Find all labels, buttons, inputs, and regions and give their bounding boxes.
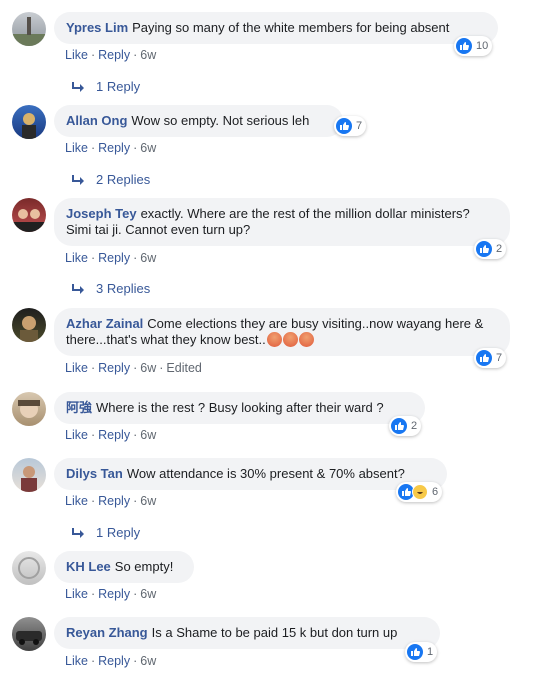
avatar[interactable] [12, 105, 46, 139]
comment-author[interactable]: Joseph Tey [66, 206, 137, 221]
comment-author[interactable]: Dilys Tan [66, 466, 123, 481]
reply-arrow-icon [72, 283, 84, 294]
avatar[interactable] [12, 617, 46, 651]
comment-text: Paying so many of the white members for … [132, 20, 450, 35]
like-button[interactable]: Like [65, 587, 88, 601]
timestamp[interactable]: 6w [140, 48, 156, 62]
like-button[interactable]: Like [65, 428, 88, 442]
timestamp[interactable]: 6w [140, 141, 156, 155]
comment-actions: Like · Reply · 6w · Edited [65, 361, 202, 375]
comment-bubble: Azhar Zainal Come elections they are busy… [54, 308, 510, 356]
comment-text: Wow so empty. Not serious leh [131, 113, 310, 128]
comment-bubble: Ypres Lim Paying so many of the white mem… [54, 12, 498, 44]
comment-text: So empty! [114, 559, 174, 574]
comment-author[interactable]: Allan Ong [66, 113, 127, 128]
avatar[interactable] [12, 551, 46, 585]
comment-bubble: KH Lee So empty! [54, 551, 194, 583]
like-button[interactable]: Like [65, 494, 88, 508]
comment-bubble: Dilys Tan Wow attendance is 30% present &… [54, 458, 447, 490]
view-replies-link[interactable]: 2 Replies [72, 172, 150, 187]
angry-emoji-icon [282, 332, 298, 347]
comment-author[interactable]: KH Lee [66, 559, 111, 574]
avatar[interactable] [12, 308, 46, 342]
view-replies-link[interactable]: 1 Reply [72, 79, 140, 94]
comment-bubble: 阿強 Where is the rest ? Busy looking after… [54, 392, 425, 424]
like-reaction-icon [407, 644, 423, 660]
avatar[interactable] [12, 392, 46, 426]
reply-button[interactable]: Reply [98, 587, 130, 601]
comment-actions: Like · Reply · 6w [65, 494, 157, 508]
comment-bubble: Joseph Tey exactly. Where are the rest of… [54, 198, 510, 246]
reaction-count[interactable]: 1 [405, 642, 438, 662]
comment-text: Wow attendance is 30% present & 70% abse… [126, 466, 405, 481]
view-replies-link[interactable]: 3 Replies [72, 281, 150, 296]
view-replies-link[interactable]: 1 Reply [72, 525, 140, 540]
haha-reaction-icon [412, 484, 428, 500]
reaction-number: 1 [427, 646, 434, 658]
reaction-count[interactable]: 7 [334, 116, 367, 136]
reaction-number: 10 [476, 40, 489, 52]
like-reaction-icon [476, 241, 492, 257]
reply-arrow-icon [72, 174, 84, 185]
timestamp[interactable]: 6w [140, 494, 156, 508]
reply-arrow-icon [72, 527, 84, 538]
comment-actions: Like · Reply · 6w [65, 141, 157, 155]
avatar[interactable] [12, 198, 46, 232]
like-reaction-icon [476, 350, 492, 366]
comment-text: Is a Shame to be paid 15 k but don turn … [151, 625, 398, 640]
comment-bubble: Allan Ong Wow so empty. Not serious leh [54, 105, 343, 137]
comment-text: Where is the rest ? Busy looking after t… [96, 400, 384, 415]
angry-emoji-icon [298, 332, 314, 347]
reply-button[interactable]: Reply [98, 428, 130, 442]
comment-bubble: Reyan Zhang Is a Shame to be paid 15 k bu… [54, 617, 440, 649]
reaction-count[interactable]: 2 [389, 416, 422, 436]
reaction-number: 7 [496, 352, 503, 364]
timestamp[interactable]: 6w [140, 654, 156, 668]
reaction-number: 6 [432, 486, 439, 498]
avatar[interactable] [12, 12, 46, 46]
reaction-count[interactable]: 2 [474, 239, 507, 259]
timestamp[interactable]: 6w [140, 587, 156, 601]
comment-actions: Like · Reply · 6w [65, 587, 157, 601]
like-reaction-icon [456, 38, 472, 54]
reply-button[interactable]: Reply [98, 494, 130, 508]
like-button[interactable]: Like [65, 361, 88, 375]
timestamp[interactable]: 6w [140, 428, 156, 442]
reaction-count[interactable]: 7 [474, 348, 507, 368]
reaction-number: 7 [356, 120, 363, 132]
comment-author[interactable]: Reyan Zhang [66, 625, 148, 640]
reply-button[interactable]: Reply [98, 48, 130, 62]
comment-actions: Like · Reply · 6w [65, 654, 157, 668]
timestamp[interactable]: 6w [140, 361, 156, 375]
edited-label[interactable]: Edited [166, 361, 201, 375]
reply-button[interactable]: Reply [98, 654, 130, 668]
angry-emoji-icon [266, 332, 282, 347]
like-button[interactable]: Like [65, 141, 88, 155]
like-button[interactable]: Like [65, 48, 88, 62]
comment-author[interactable]: 阿強 [66, 400, 92, 415]
avatar[interactable] [12, 458, 46, 492]
reply-arrow-icon [72, 81, 84, 92]
timestamp[interactable]: 6w [140, 251, 156, 265]
comment-actions: Like · Reply · 6w [65, 428, 157, 442]
comment-author[interactable]: Ypres Lim [66, 20, 128, 35]
like-reaction-icon [391, 418, 407, 434]
reply-button[interactable]: Reply [98, 251, 130, 265]
like-reaction-icon [336, 118, 352, 134]
like-button[interactable]: Like [65, 654, 88, 668]
reply-button[interactable]: Reply [98, 361, 130, 375]
comment-actions: Like · Reply · 6w [65, 251, 157, 265]
like-button[interactable]: Like [65, 251, 88, 265]
reaction-count[interactable]: 6 [396, 482, 443, 502]
reaction-number: 2 [496, 243, 503, 255]
comment-author[interactable]: Azhar Zainal [66, 316, 143, 331]
reaction-count[interactable]: 10 [454, 36, 493, 56]
comment-actions: Like · Reply · 6w [65, 48, 157, 62]
reaction-number: 2 [411, 420, 418, 432]
reply-button[interactable]: Reply [98, 141, 130, 155]
